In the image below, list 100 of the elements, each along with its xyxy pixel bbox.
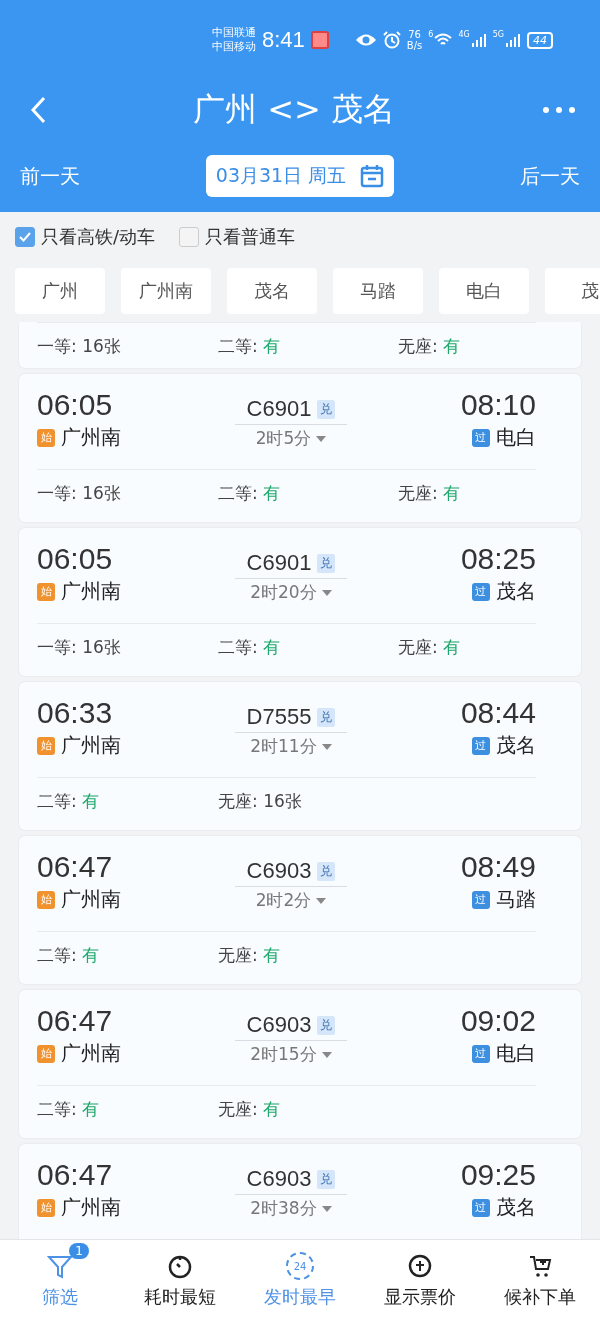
train-card[interactable]: 06:05 始 广州南 C6901 兑 2时5分 08:10 过 电白 一等: 16张 二等: 有 无座: 有	[19, 374, 581, 522]
ticket-tag: 兑	[317, 553, 336, 573]
departure-time: 06:47	[37, 850, 114, 884]
arrival-station: 马踏	[496, 886, 536, 913]
station-chip[interactable]: 广州	[15, 268, 105, 314]
passing-badge: 过	[472, 1198, 490, 1217]
duration-toggle[interactable]: 2时11分	[250, 735, 332, 758]
clock-24-icon: 24	[286, 1252, 314, 1280]
departure-station: 广州南	[61, 1040, 121, 1067]
departure-time: 06:05	[37, 542, 114, 576]
caret-icon	[321, 1051, 332, 1058]
origin-badge: 始	[37, 1044, 55, 1063]
filter-icon	[47, 1253, 73, 1279]
network-speed: 76	[408, 29, 421, 40]
checkbox[interactable]	[179, 227, 200, 247]
carrier-name: 中国移动	[212, 40, 256, 54]
nav-tab[interactable]: 显示票价	[360, 1240, 480, 1320]
station-chip[interactable]: 广州南	[121, 268, 211, 314]
wifi-icon	[434, 33, 453, 47]
origin-badge: 始	[37, 428, 55, 447]
arrival-time: 08:44	[460, 696, 536, 730]
ticket-tag: 兑	[317, 399, 336, 419]
duration-toggle[interactable]: 2时38分	[250, 1197, 332, 1220]
train-number: C6901	[246, 550, 312, 576]
arrival-time: 08:25	[460, 542, 536, 576]
origin-badge: 始	[37, 1198, 55, 1217]
train-card[interactable]: 06:47 始 广州南 C6903 兑 2时38分 09:25 过 茂名	[19, 1144, 581, 1239]
arrival-time: 08:49	[460, 850, 536, 884]
train-card[interactable]: 06:05 始 广州南 C6901 兑 2时20分 08:25 过 茂名 一等: 16张 二等: 有 无座: 有	[19, 528, 581, 676]
network-type-label: 4G	[458, 30, 470, 39]
departure-station: 广州南	[61, 886, 121, 913]
caret-icon	[316, 897, 327, 904]
train-number: C6903	[246, 1012, 312, 1038]
more-icon[interactable]	[542, 106, 576, 114]
battery-indicator: 44	[526, 31, 553, 49]
train-number: C6903	[246, 858, 312, 884]
passing-badge: 过	[472, 582, 490, 601]
departure-station: 广州南	[61, 1194, 121, 1221]
duration-toggle[interactable]: 2时5分	[255, 427, 327, 450]
station-chip[interactable]: 马踏	[333, 268, 423, 314]
back-icon[interactable]	[30, 96, 46, 124]
station-chip[interactable]: 电白	[439, 268, 529, 314]
train-number: C6901	[246, 396, 312, 422]
nav-tab[interactable]: 候补下单	[480, 1240, 600, 1320]
train-card[interactable]: 06:33 始 广州南 D7555 兑 2时11分 08:44 过 茂名 二等: 有 无座: 16张	[19, 682, 581, 830]
arrival-station: 电白	[496, 1040, 536, 1067]
seat-availability: 二等: 有	[37, 944, 101, 967]
alarm-icon	[382, 31, 401, 49]
departure-time: 06:33	[37, 696, 114, 730]
seat-availability: 一等: 16张	[37, 636, 122, 659]
ticket-tag: 兑	[317, 861, 336, 881]
seat-availability: 无座: 有	[398, 636, 462, 659]
signal-icon	[504, 33, 521, 47]
arrival-time: 08:10	[460, 388, 536, 422]
stopwatch-icon	[167, 1253, 193, 1279]
network-type-label: 5G	[492, 30, 504, 39]
arrival-station: 茂名	[496, 1194, 536, 1221]
departure-time: 06:05	[37, 388, 114, 422]
seat-availability: 二等: 有	[218, 636, 282, 659]
nav-tab[interactable]: 耗时最短	[120, 1240, 240, 1320]
checkbox-label: 只看高铁/动车	[41, 225, 156, 249]
train-number: D7555	[246, 704, 312, 730]
train-card[interactable]: 06:47 始 广州南 C6903 兑 2时2分 08:49 过 马踏 二等: 有 无座: 有	[19, 836, 581, 984]
duration-toggle[interactable]: 2时15分	[250, 1043, 332, 1066]
duration-toggle[interactable]: 2时20分	[250, 581, 332, 604]
status-time: 8:41	[262, 27, 305, 53]
cart-icon	[527, 1253, 553, 1279]
duration-toggle[interactable]: 2时2分	[255, 889, 327, 912]
station-chip[interactable]: 茂	[545, 268, 600, 314]
seat-availability: 二等: 有	[37, 790, 101, 813]
count-badge: 1	[69, 1243, 89, 1259]
check-icon	[18, 230, 32, 244]
station-chip[interactable]: 茂名	[227, 268, 317, 314]
train-card[interactable]: 一等: 16张 二等: 有 无座: 有	[19, 322, 581, 368]
seat-availability: 二等: 有	[218, 482, 282, 505]
calendar-icon	[360, 164, 385, 188]
seat-availability: 无座: 有	[218, 1098, 282, 1121]
seat-availability: 二等: 有	[37, 1098, 101, 1121]
passing-badge: 过	[472, 736, 490, 755]
notification-icon	[310, 31, 329, 49]
seat-availability: 二等: 有	[218, 335, 282, 358]
origin-badge: 始	[37, 582, 55, 601]
arrival-time: 09:25	[460, 1158, 536, 1192]
caret-icon	[321, 1205, 332, 1212]
train-card[interactable]: 06:47 始 广州南 C6903 兑 2时15分 09:02 过 电白 二等: 有 无座: 有	[19, 990, 581, 1138]
departure-station: 广州南	[61, 732, 121, 759]
train-number: C6903	[246, 1166, 312, 1192]
arrival-time: 09:02	[460, 1004, 536, 1038]
arrival-station: 电白	[496, 424, 536, 451]
departure-station: 广州南	[61, 578, 121, 605]
departure-time: 06:47	[37, 1158, 114, 1192]
passing-badge: 过	[472, 428, 490, 447]
seat-availability: 无座: 有	[398, 482, 462, 505]
departure-station: 广州南	[61, 424, 121, 451]
arrival-station: 茂名	[496, 578, 536, 605]
checkbox[interactable]	[15, 227, 35, 247]
carrier-name: 中国联通	[212, 26, 256, 40]
ticket-tag: 兑	[317, 707, 336, 727]
seat-availability: 一等: 16张	[37, 335, 122, 358]
seat-availability: 无座: 16张	[218, 790, 303, 813]
